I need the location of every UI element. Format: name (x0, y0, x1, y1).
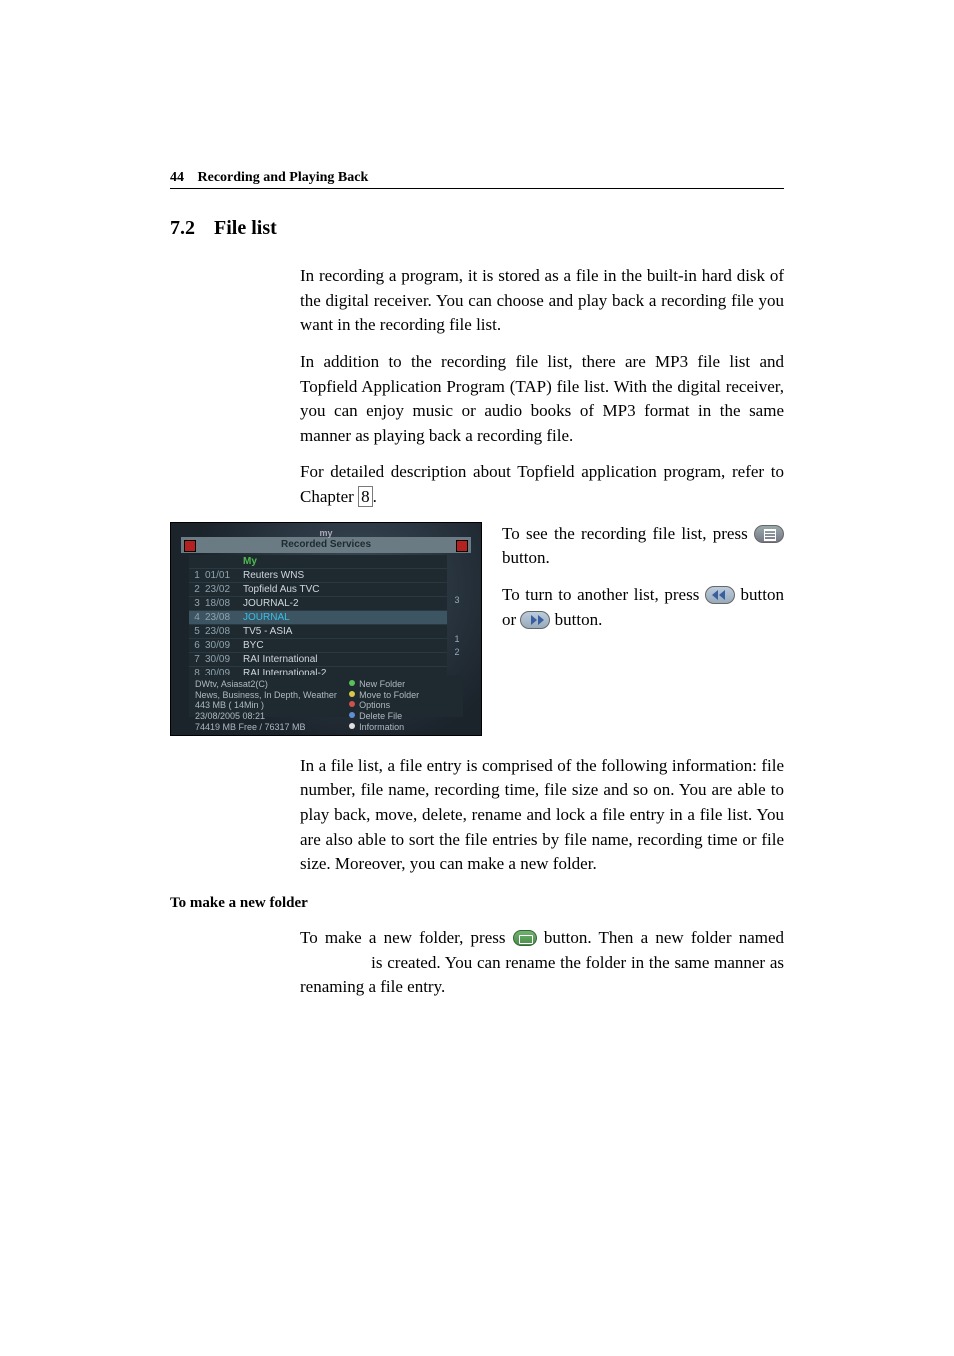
list-item: 101/01Reuters WNS (189, 569, 447, 583)
paragraph: For detailed description about Topfield … (300, 460, 784, 509)
list-item: 223/02Topfield Aus TVC (189, 583, 447, 597)
list-header-row: My (189, 555, 447, 569)
chapter-title: Recording and Playing Back (198, 170, 369, 185)
text: To turn to another list, press (502, 585, 705, 604)
info-right: New Folder Move to Folder Options Delete… (349, 679, 457, 713)
list-item: 730/09RAI International (189, 653, 447, 667)
paragraph: In addition to the recording file list, … (300, 350, 784, 449)
list-item: 318/08JOURNAL-2 (189, 597, 447, 611)
page-number: 44 (170, 170, 184, 185)
text: button. (550, 610, 602, 629)
paragraph: To make a new folder, press button. Then… (300, 926, 784, 1000)
fast-forward-button-icon (520, 611, 550, 629)
recorded-services-screenshot: my Recorded Services My 101/01Reuters WN… (170, 522, 482, 736)
subheading: To make a new folder (170, 895, 784, 912)
file-list-button-icon (754, 525, 784, 543)
text: . (373, 487, 377, 506)
screenshot-corner: my (319, 525, 332, 541)
text: To see the recording file list, press (502, 524, 754, 543)
section-number: 7.2 (170, 217, 195, 239)
list-item-selected: 423/08JOURNAL (189, 611, 447, 625)
red-indicator-left (184, 540, 196, 552)
text: To make a new folder, press (300, 928, 513, 947)
text: is created. You can rename the folder in… (300, 953, 784, 997)
new-folder-button-icon (513, 930, 537, 946)
screenshot-titlebar: my Recorded Services (181, 537, 471, 553)
list-item: 630/09BYC (189, 639, 447, 653)
text: button. Then a new folder named (537, 928, 784, 947)
list-header-label: My (239, 555, 447, 568)
chapter-reference-link[interactable]: 8 (358, 486, 373, 507)
info-panel: DWtv, Asiasat2(C) News, Business, In Dep… (189, 675, 463, 717)
text: button. (502, 548, 550, 567)
paragraph: In a file list, a file entry is comprise… (300, 754, 784, 877)
list-item: 523/08TV5 - ASIA (189, 625, 447, 639)
section-title: File list (214, 217, 277, 239)
file-list-table: My 101/01Reuters WNS 223/02Topfield Aus … (189, 555, 447, 681)
page-header: 44 Recording and Playing Back (170, 170, 784, 189)
info-left: DWtv, Asiasat2(C) News, Business, In Dep… (195, 679, 349, 713)
section-heading: 7.2 File list (170, 217, 784, 240)
red-indicator-right (456, 540, 468, 552)
status-column: 3 12 (451, 555, 463, 672)
rewind-button-icon (705, 586, 735, 604)
aside-text: To see the recording file list, press bu… (502, 522, 784, 736)
paragraph: In recording a program, it is stored as … (300, 264, 784, 338)
